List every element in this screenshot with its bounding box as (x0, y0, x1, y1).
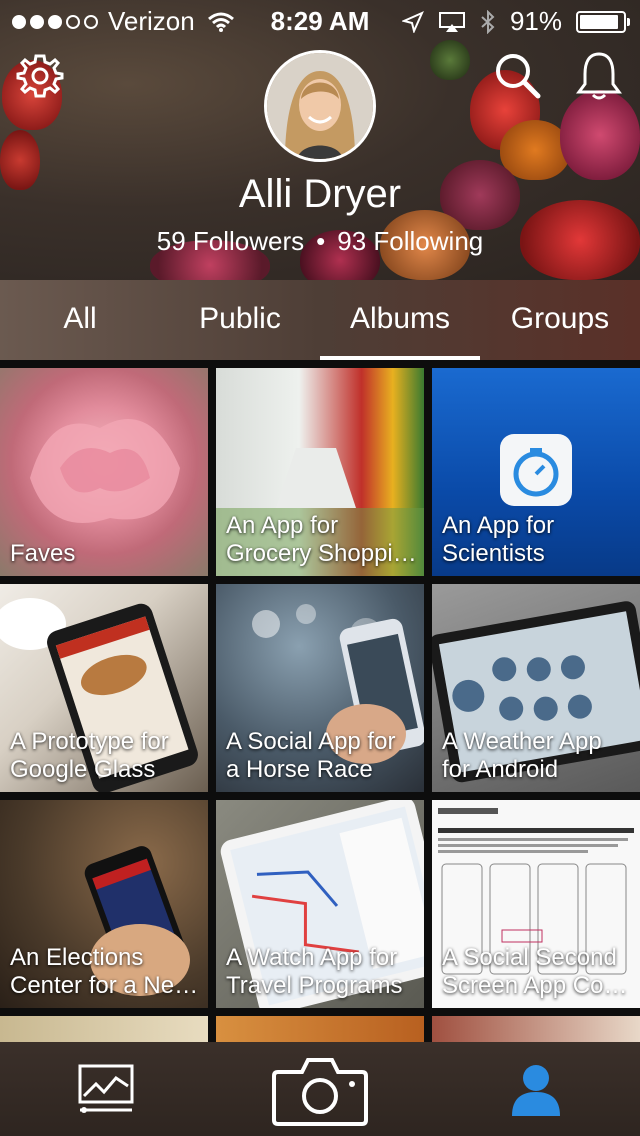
album-title: An App for Grocery Shoppi… (226, 512, 417, 567)
battery-icon (576, 10, 630, 33)
album-tile[interactable]: A Social App for a Horse Race (216, 584, 424, 792)
search-button[interactable] (492, 50, 542, 100)
bottom-nav (0, 1042, 640, 1136)
album-tile[interactable]: Faves (0, 368, 208, 576)
person-icon (512, 1065, 560, 1116)
status-bar: Verizon 8:29 AM 91% (0, 0, 640, 40)
settings-button[interactable] (16, 52, 64, 100)
album-tile[interactable]: A Watch App for Travel Programs (216, 800, 424, 1008)
stats-separator: • (316, 226, 326, 256)
album-title: Faves (10, 540, 76, 567)
camera-button[interactable] (272, 1056, 368, 1126)
album-tile[interactable]: An App for Scientists (432, 368, 640, 576)
tab-public[interactable]: Public (160, 280, 320, 360)
profile-tab[interactable] (508, 1060, 564, 1120)
avatar[interactable] (264, 50, 376, 162)
background-flower (560, 90, 640, 180)
album-title: An App for Scientists (442, 512, 555, 567)
follow-stats: 59 Followers • 93 Following (0, 226, 640, 257)
tab-groups[interactable]: Groups (480, 280, 640, 360)
album-title: A Watch App for Travel Programs (226, 944, 403, 999)
bluetooth-icon (481, 9, 495, 34)
status-right: 91% (401, 6, 630, 37)
album-title: A Weather App for Android (442, 728, 602, 783)
album-tile[interactable]: A Weather App for Android (432, 584, 640, 792)
followers-count[interactable]: 59 Followers (157, 226, 304, 257)
album-title: A Social Second Screen App Co… (442, 944, 628, 999)
background-flower (430, 40, 470, 80)
chart-icon (78, 1064, 134, 1113)
album-tile[interactable]: A Prototype for Google Glass (0, 584, 208, 792)
following-count[interactable]: 93 Following (337, 226, 483, 257)
album-tile[interactable]: An App for Grocery Shoppi… (216, 368, 424, 576)
album-title: A Prototype for Google Glass (10, 728, 169, 783)
location-arrow-icon (401, 10, 424, 33)
camera-icon (272, 1058, 368, 1126)
album-title: An Elections Center for a Ne… (10, 944, 199, 999)
album-title: A Social App for a Horse Race (226, 728, 396, 783)
airplay-icon (438, 11, 465, 32)
activity-tab[interactable] (78, 1064, 134, 1116)
tab-albums[interactable]: Albums (320, 280, 480, 360)
album-grid: Faves An App for Grocery Shoppi… An App … (0, 368, 640, 1048)
album-tile[interactable]: An Elections Center for a Ne… (0, 800, 208, 1008)
profile-header: Verizon 8:29 AM 91% Alli Dryer 59 Follow… (0, 0, 640, 280)
tab-all[interactable]: All (0, 280, 160, 360)
avatar-photo (267, 53, 373, 159)
profile-tabs: All Public Albums Groups (0, 280, 640, 360)
search-icon (496, 54, 541, 99)
battery-level (580, 14, 618, 29)
profile-name: Alli Dryer (238, 172, 402, 216)
bell-icon (576, 52, 622, 100)
gear-icon (16, 54, 64, 98)
battery-percent: 91% (509, 6, 562, 36)
album-tile[interactable]: A Social Second Screen App Co… (432, 800, 640, 1008)
notifications-button[interactable] (574, 50, 624, 102)
